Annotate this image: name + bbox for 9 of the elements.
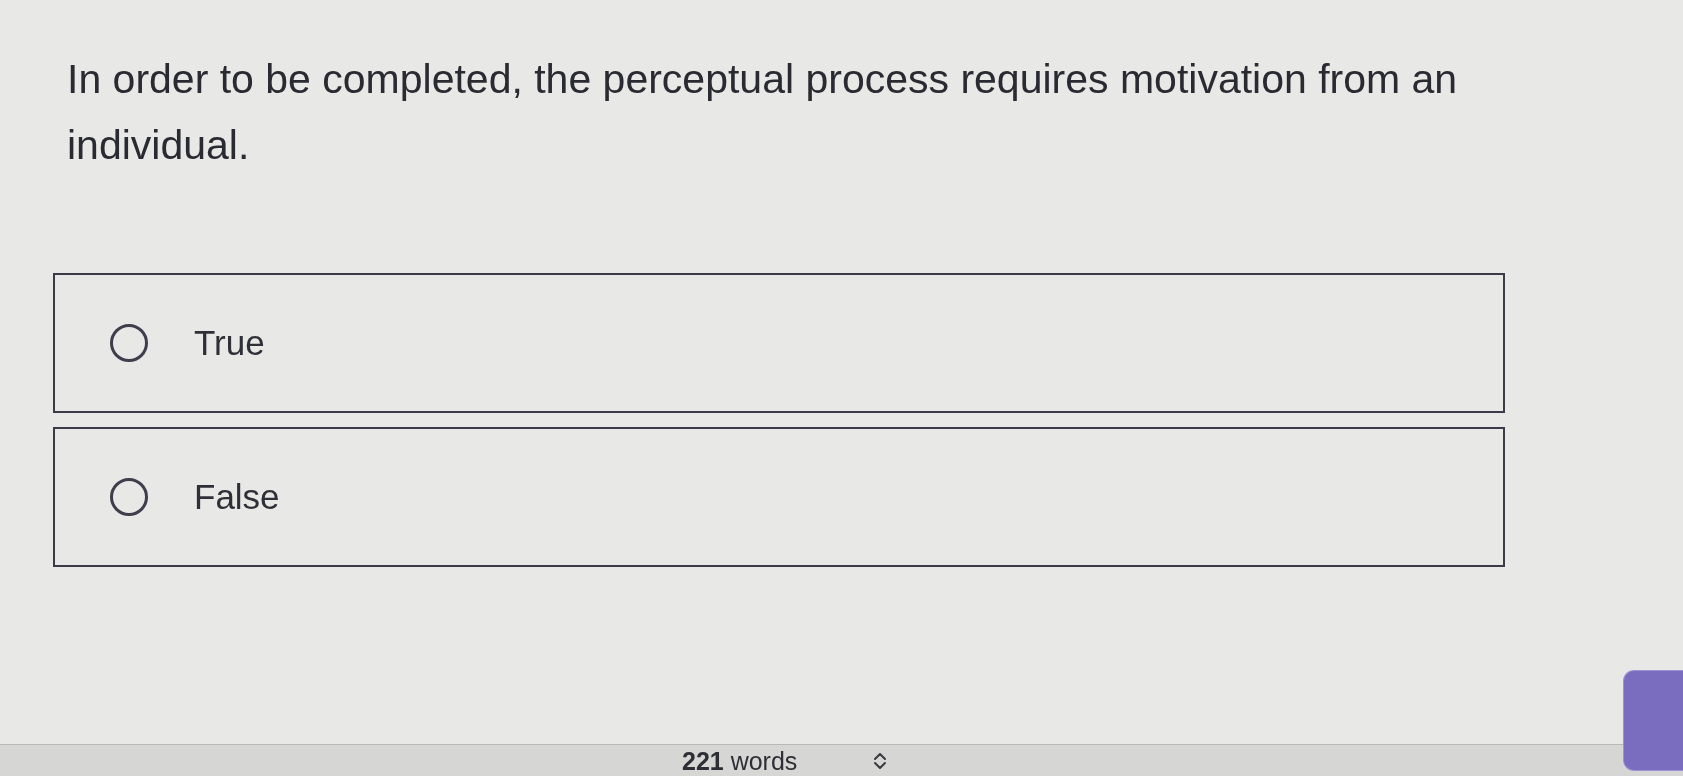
answer-option[interactable]: False [53,427,1505,567]
word-count: 221 words [682,745,798,776]
radio-button[interactable] [110,478,148,516]
option-label: False [194,477,280,517]
answer-option[interactable]: True [53,273,1505,413]
option-label: True [194,323,265,363]
chevron-up-down-icon[interactable] [873,751,888,770]
radio-button[interactable] [110,324,148,362]
question-text: In order to be completed, the perceptual process requires motivation from an individual. [67,55,1459,170]
